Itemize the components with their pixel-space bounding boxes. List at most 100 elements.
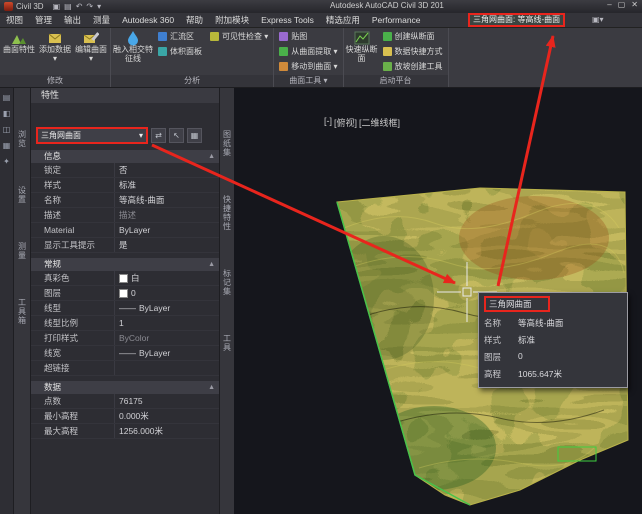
tab-output[interactable]: 输出 bbox=[58, 14, 87, 26]
plot-icon[interactable]: ▤ bbox=[64, 2, 72, 11]
prop-row-style[interactable]: 样式 标准 bbox=[31, 178, 219, 193]
prop-row-linetype-scale[interactable]: 线型比例 1 bbox=[31, 316, 219, 331]
toolspace-tab-prospector[interactable]: 浏览 bbox=[17, 130, 28, 148]
tab-survey[interactable]: 测量 bbox=[87, 14, 116, 26]
prop-row-true-color[interactable]: 真彩色 白 bbox=[31, 271, 219, 286]
prop-value: 1 bbox=[114, 316, 219, 330]
ribbon-panel-modify: 曲面特性 添加数据 ▾ 编辑曲面 ▾ 修改 bbox=[0, 28, 111, 87]
maximize-button[interactable]: ▢ bbox=[618, 0, 626, 9]
extract-from-surface-button[interactable]: 从曲面提取 ▾ bbox=[276, 44, 340, 59]
toolspace-tab-survey[interactable]: 测量 bbox=[17, 242, 28, 260]
add-data-button[interactable]: 添加数据 ▾ bbox=[38, 29, 72, 64]
quick-select-icon[interactable]: ▦ bbox=[187, 128, 202, 143]
contextual-tab-tin-surface[interactable]: 三角网曲面: 等高线-曲面 bbox=[468, 13, 565, 27]
stamp-button[interactable]: 贴图 bbox=[276, 29, 340, 44]
button-label: 汇流区 bbox=[170, 31, 194, 42]
panel-label-modify[interactable]: 修改 bbox=[0, 75, 110, 87]
properties-icon[interactable]: ▦ bbox=[3, 141, 11, 150]
prop-row-lineweight[interactable]: 线宽 ——ByLayer bbox=[31, 346, 219, 361]
panel-label-launch-pad[interactable]: 启动平台 bbox=[344, 75, 448, 87]
button-label: 放坡创建工具 bbox=[395, 61, 443, 72]
toggle-pickadd-icon[interactable]: ⇄ bbox=[151, 128, 166, 143]
redo-icon[interactable]: ↷ bbox=[86, 2, 93, 11]
quick-profile-button[interactable]: 快速纵断面 bbox=[346, 29, 378, 64]
object-rollover-tooltip: 三角网曲面 名称 等高线-曲面 样式 标准 图层 0 高程 1065.647米 bbox=[478, 292, 628, 388]
panel-label-analyze[interactable]: 分析 bbox=[111, 75, 273, 87]
tab-autodesk360[interactable]: Autodesk 360 bbox=[116, 15, 180, 25]
button-label: 体积面板 bbox=[170, 46, 202, 57]
section-header-data[interactable]: 数据 ▲ bbox=[31, 381, 219, 394]
tooltip-row-layer: 图层 0 bbox=[484, 351, 621, 363]
data-shortcuts-button[interactable]: 数据快捷方式 bbox=[380, 44, 446, 59]
data-shortcuts-icon bbox=[383, 47, 392, 56]
grading-tools-button[interactable]: 放坡创建工具 bbox=[380, 59, 446, 74]
tooltip-object-type: 三角网曲面 bbox=[484, 296, 550, 312]
toolspace-tab-settings[interactable]: 设置 bbox=[17, 186, 28, 204]
palette-tab-quick-properties[interactable]: 快捷特性 bbox=[222, 195, 233, 231]
prop-row-linetype[interactable]: 线型 ——ByLayer bbox=[31, 301, 219, 316]
close-button[interactable]: ✕ bbox=[631, 0, 638, 9]
panel-label-surface-tools[interactable]: 曲面工具 ▾ bbox=[274, 75, 342, 87]
minimize-button[interactable]: – bbox=[607, 0, 611, 9]
move-to-surface-button[interactable]: 移动到曲面 ▾ bbox=[276, 59, 340, 74]
properties-palette: 特性 三角网曲面 ▾ ⇄ ↖ ▦ 信息 ▲ 锁定 否 样式 标准 名称 等高线-… bbox=[31, 88, 219, 514]
section-header-general[interactable]: 常规 ▲ bbox=[31, 258, 219, 271]
edit-surface-button[interactable]: 编辑曲面 ▾ bbox=[74, 29, 108, 64]
surface-properties-button[interactable]: 曲面特性 bbox=[2, 29, 36, 55]
palette-tab-markup[interactable]: 标记集 bbox=[222, 269, 233, 296]
create-profile-button[interactable]: 创建纵断面 bbox=[380, 29, 446, 44]
app-logo-icon[interactable] bbox=[4, 2, 13, 11]
prop-row-name[interactable]: 名称 等高线-曲面 bbox=[31, 193, 219, 208]
prop-row-locked[interactable]: 锁定 否 bbox=[31, 163, 219, 178]
qat-dropdown-icon[interactable]: ▾ bbox=[97, 2, 101, 11]
tab-featured-apps[interactable]: 精选应用 bbox=[320, 14, 366, 26]
prop-row-point-count[interactable]: 点数 76175 bbox=[31, 394, 219, 409]
prop-row-material[interactable]: Material ByLayer bbox=[31, 223, 219, 238]
volumes-dashboard-button[interactable]: 体积面板 bbox=[155, 44, 205, 59]
tooltip-value: 标准 bbox=[518, 334, 621, 346]
tab-addins[interactable]: 附加模块 bbox=[209, 14, 255, 26]
palette-tab-tools[interactable]: 工具 bbox=[222, 334, 233, 352]
palette-icon[interactable]: ▤ bbox=[3, 93, 11, 102]
refresh-icon[interactable]: ✦ bbox=[3, 157, 10, 166]
button-label: 添加数据 ▾ bbox=[38, 46, 72, 64]
prop-row-min-elevation[interactable]: 最小高程 0.000米 bbox=[31, 409, 219, 424]
prop-value: 0 bbox=[114, 286, 219, 300]
prop-label: 点数 bbox=[31, 394, 114, 408]
section-title: 信息 bbox=[44, 151, 61, 161]
grading-tools-icon bbox=[383, 62, 392, 71]
undo-icon[interactable]: ↶ bbox=[76, 2, 83, 11]
prop-row-plot-style[interactable]: 打印样式 ByColor bbox=[31, 331, 219, 346]
prop-row-hyperlink[interactable]: 超链接 bbox=[31, 361, 219, 376]
ribbon-options-icon[interactable]: ▣▾ bbox=[592, 15, 604, 24]
tool-palette-icon[interactable]: ◫ bbox=[3, 125, 11, 134]
prop-row-show-tooltips[interactable]: 显示工具提示 是 bbox=[31, 238, 219, 253]
collapse-icon[interactable]: ▲ bbox=[208, 258, 215, 271]
prop-row-description[interactable]: 描述 描述 bbox=[31, 208, 219, 223]
layers-icon[interactable]: ◧ bbox=[3, 109, 11, 118]
tab-performance[interactable]: Performance bbox=[366, 15, 427, 25]
app-name: Civil 3D bbox=[16, 2, 44, 11]
prop-value: 等高线-曲面 bbox=[114, 193, 219, 207]
prop-label: 最大高程 bbox=[31, 424, 114, 438]
tab-help[interactable]: 帮助 bbox=[180, 14, 209, 26]
object-type-dropdown[interactable]: 三角网曲面 ▾ bbox=[36, 127, 148, 144]
section-header-info[interactable]: 信息 ▲ bbox=[31, 150, 219, 163]
palette-tab-sheet-set[interactable]: 图纸集 bbox=[222, 130, 233, 157]
collapse-icon[interactable]: ▲ bbox=[208, 381, 215, 394]
merge-breaklines-button[interactable]: 融入相交特征线 bbox=[113, 29, 153, 64]
prop-value: 0.000米 bbox=[114, 409, 219, 423]
prop-row-max-elevation[interactable]: 最大高程 1256.000米 bbox=[31, 424, 219, 439]
save-icon[interactable]: ▣ bbox=[53, 2, 61, 11]
tooltip-label: 高程 bbox=[484, 368, 518, 380]
collapse-icon[interactable]: ▲ bbox=[208, 150, 215, 163]
catchment-button[interactable]: 汇流区 bbox=[155, 29, 205, 44]
tab-view[interactable]: 视图 bbox=[0, 14, 29, 26]
prop-row-layer[interactable]: 图层 0 bbox=[31, 286, 219, 301]
tab-express-tools[interactable]: Express Tools bbox=[255, 15, 320, 25]
toolspace-tab-toolbox[interactable]: 工具箱 bbox=[17, 298, 28, 325]
visibility-check-button[interactable]: 可见性检查 ▾ bbox=[207, 29, 271, 44]
tooltip-label: 名称 bbox=[484, 317, 518, 329]
tab-manage[interactable]: 管理 bbox=[29, 14, 58, 26]
select-objects-icon[interactable]: ↖ bbox=[169, 128, 184, 143]
